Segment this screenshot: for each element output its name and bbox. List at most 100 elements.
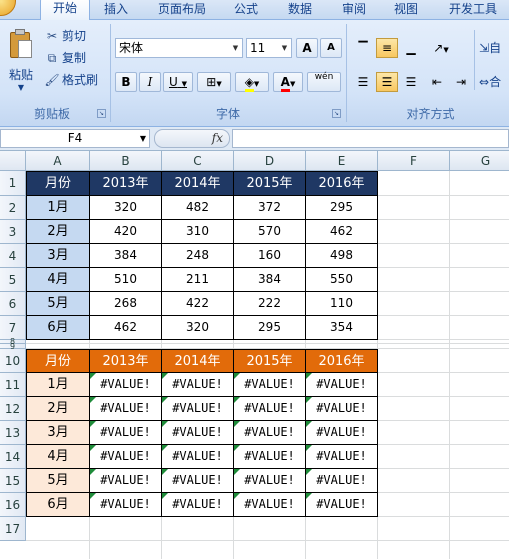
table-cell[interactable]: 422 (162, 292, 234, 316)
table-header-cell[interactable]: 月份 (26, 171, 90, 196)
table-cell[interactable]: 4月 (26, 445, 90, 469)
clipboard-launcher-icon[interactable]: ↘ (97, 109, 106, 118)
select-all-corner[interactable] (0, 151, 26, 171)
copy-button[interactable]: ⧉ 复制 (44, 48, 86, 68)
table-cell[interactable]: 570 (234, 220, 306, 244)
table-header-cell[interactable]: 2015年 (234, 171, 306, 196)
increase-indent-button[interactable]: ⇥ (450, 72, 472, 92)
table-cell[interactable]: 2月 (26, 220, 90, 244)
shrink-font-button[interactable]: A (320, 38, 342, 58)
table-cell[interactable]: 295 (234, 316, 306, 340)
grow-font-button[interactable]: A (296, 38, 318, 58)
table-header-cell[interactable]: 2016年 (306, 349, 378, 373)
table-cell[interactable]: #VALUE! (162, 421, 234, 445)
table-header-cell[interactable]: 月份 (26, 349, 90, 373)
merge-center-button[interactable]: ⇔合 (478, 72, 509, 92)
table-cell[interactable]: 268 (90, 292, 162, 316)
font-name-select[interactable]: 宋体 ▼ (115, 38, 243, 58)
worksheet-grid[interactable]: A B C D E F G 1 2 3 4 5 6 7 8 9 10 11 12 13 14 15 16 17 月份 2013年 2… (0, 151, 509, 559)
row-header-1[interactable]: 1 (0, 171, 26, 196)
table-cell[interactable]: #VALUE! (306, 493, 378, 517)
table-cell[interactable]: #VALUE! (234, 493, 306, 517)
table-cell[interactable]: 211 (162, 268, 234, 292)
table-cell[interactable]: 310 (162, 220, 234, 244)
table-cell[interactable]: #VALUE! (90, 469, 162, 493)
table-cell[interactable]: #VALUE! (234, 373, 306, 397)
column-header-e[interactable]: E (306, 151, 378, 171)
column-header-a[interactable]: A (26, 151, 90, 171)
table-header-cell[interactable]: 2013年 (90, 171, 162, 196)
formula-input[interactable] (232, 129, 509, 148)
table-header-cell[interactable]: 2016年 (306, 171, 378, 196)
table-cell[interactable]: #VALUE! (306, 373, 378, 397)
chevron-down-icon[interactable]: ▼ (140, 130, 146, 147)
table-cell[interactable]: #VALUE! (162, 493, 234, 517)
table-cell[interactable]: 462 (306, 220, 378, 244)
table-cell[interactable]: 222 (234, 292, 306, 316)
tab-data[interactable]: 数据 (280, 0, 320, 20)
column-header-c[interactable]: C (162, 151, 234, 171)
row-header-5[interactable]: 5 (0, 268, 26, 292)
table-cell[interactable]: #VALUE! (234, 397, 306, 421)
table-cell[interactable]: 3月 (26, 421, 90, 445)
table-header-cell[interactable]: 2013年 (90, 349, 162, 373)
table-cell[interactable]: #VALUE! (162, 373, 234, 397)
column-header-g[interactable]: G (450, 151, 509, 171)
row-header-12[interactable]: 12 (0, 397, 26, 421)
table-cell[interactable]: #VALUE! (90, 397, 162, 421)
table-cell[interactable]: 2月 (26, 397, 90, 421)
decrease-indent-button[interactable]: ⇤ (426, 72, 448, 92)
table-cell[interactable]: 462 (90, 316, 162, 340)
table-cell[interactable]: 6月 (26, 316, 90, 340)
table-cell[interactable]: #VALUE! (162, 445, 234, 469)
table-cell[interactable]: #VALUE! (306, 445, 378, 469)
tab-home[interactable]: 开始 (40, 0, 90, 21)
row-header-13[interactable]: 13 (0, 421, 26, 445)
table-cell[interactable]: 295 (306, 196, 378, 220)
row-header-16[interactable]: 16 (0, 493, 26, 517)
column-header-d[interactable]: D (234, 151, 306, 171)
tab-formulas[interactable]: 公式 (226, 0, 266, 20)
table-cell[interactable]: 248 (162, 244, 234, 268)
table-cell[interactable]: #VALUE! (306, 421, 378, 445)
table-cell[interactable]: 4月 (26, 268, 90, 292)
table-cell[interactable]: 354 (306, 316, 378, 340)
orientation-button[interactable]: ↗▼ (426, 38, 456, 58)
table-header-cell[interactable]: 2015年 (234, 349, 306, 373)
tab-review[interactable]: 审阅 (334, 0, 374, 20)
format-painter-button[interactable]: 🖌 格式刷 (44, 70, 98, 90)
row-header-2[interactable]: 2 (0, 196, 26, 220)
borders-button[interactable]: ⊞▼ (197, 72, 231, 92)
table-cell[interactable]: 482 (162, 196, 234, 220)
font-launcher-icon[interactable]: ↘ (332, 109, 341, 118)
table-cell[interactable]: #VALUE! (162, 397, 234, 421)
table-cell[interactable]: #VALUE! (234, 469, 306, 493)
table-cell[interactable]: 420 (90, 220, 162, 244)
column-header-b[interactable]: B (90, 151, 162, 171)
table-cell[interactable]: #VALUE! (306, 397, 378, 421)
row-header-6[interactable]: 6 (0, 292, 26, 316)
table-cell[interactable]: 160 (234, 244, 306, 268)
italic-button[interactable]: I (139, 72, 161, 92)
align-middle-button[interactable]: ≡ (376, 38, 398, 58)
table-cell[interactable]: 498 (306, 244, 378, 268)
row-header-3[interactable]: 3 (0, 220, 26, 244)
align-left-button[interactable]: ☰ (352, 72, 374, 92)
fill-color-button[interactable]: ◈▼ (235, 72, 269, 92)
office-button[interactable] (0, 0, 16, 16)
table-cell[interactable]: #VALUE! (90, 373, 162, 397)
tab-insert[interactable]: 插入 (96, 0, 136, 20)
table-cell[interactable]: #VALUE! (234, 421, 306, 445)
table-header-cell[interactable]: 2014年 (162, 349, 234, 373)
table-cell[interactable]: 1月 (26, 196, 90, 220)
align-right-button[interactable]: ☰ (400, 72, 422, 92)
table-cell[interactable]: 6月 (26, 493, 90, 517)
table-cell[interactable]: 320 (90, 196, 162, 220)
table-cell[interactable]: 320 (162, 316, 234, 340)
table-cell[interactable]: #VALUE! (90, 493, 162, 517)
tab-developer[interactable]: 开发工具 (440, 0, 506, 20)
font-color-button[interactable]: A▼ (273, 72, 303, 92)
wrap-text-button[interactable]: ⇲自 (478, 38, 509, 58)
cut-button[interactable]: ✂ 剪切 (44, 26, 86, 46)
table-cell[interactable]: #VALUE! (90, 445, 162, 469)
